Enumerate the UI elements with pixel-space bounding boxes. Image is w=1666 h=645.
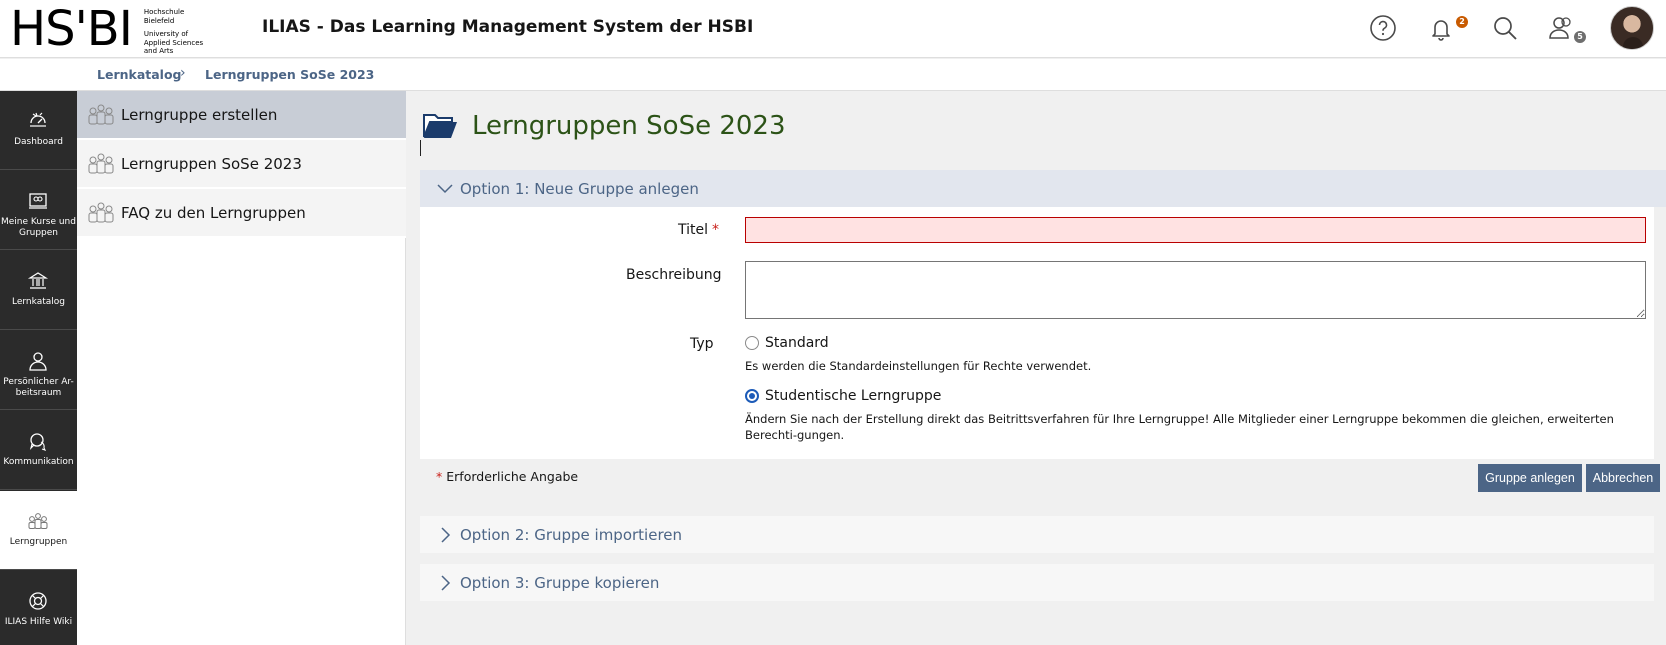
groups-icon (86, 202, 116, 224)
option1-header[interactable]: Option 1: Neue Gruppe anlegen (420, 170, 1666, 207)
mainbar-label: Persönlicher Ar-beitsraum (3, 377, 74, 398)
communication-icon (26, 429, 50, 453)
text-cursor (420, 140, 421, 156)
mainbar-label: ILIAS Hilfe Wiki (4, 617, 73, 627)
logo-subtitle: Hochschule Bielefeld University of Appli… (143, 8, 204, 56)
option2-panel: Option 2: Gruppe importieren (420, 516, 1654, 553)
notification-badge: 2 (1456, 16, 1468, 28)
search-icon[interactable] (1490, 13, 1520, 43)
mainbar-label: Lernkatalog (12, 297, 65, 307)
description-textarea[interactable] (745, 261, 1646, 319)
type-option-standard[interactable]: Standard (745, 335, 829, 351)
form-footer: * Erforderliche Angabe Gruppe anlegen Abb… (420, 459, 1660, 499)
bell-icon[interactable] (1426, 13, 1456, 43)
slate-item-faq[interactable]: FAQ zu den Lerngruppen (77, 189, 406, 238)
courses-icon (26, 189, 50, 213)
groups-icon (86, 153, 116, 175)
breadcrumb: Lernkatalog › Lerngruppen SoSe 2023 (0, 59, 1666, 91)
option3-title: Option 3: Gruppe kopieren (460, 573, 660, 592)
help-icon[interactable] (1368, 13, 1398, 43)
slate-item-label: Lerngruppe erstellen (121, 105, 278, 124)
breadcrumb-item-lernkatalog[interactable]: Lernkatalog (97, 67, 182, 82)
mainbar-label: Lerngruppen (9, 537, 68, 547)
mainbar-item-communication[interactable]: Kommunikation (0, 411, 77, 490)
title-input[interactable] (745, 217, 1646, 243)
mainbar-item-courses[interactable]: Meine Kurse und Gruppen (0, 171, 77, 250)
help-wiki-icon (26, 589, 50, 613)
option3-panel: Option 3: Gruppe kopieren (420, 564, 1654, 601)
mainbar-item-groups[interactable]: Lerngruppen (0, 491, 77, 570)
slate-item-groups-sose-2023[interactable]: Lerngruppen SoSe 2023 (77, 140, 406, 189)
type-option-student-group[interactable]: Studentische Lerngruppe (745, 388, 941, 404)
title-label: Titel * (678, 222, 720, 238)
slate-item-create-group[interactable]: Lerngruppe erstellen (77, 91, 406, 140)
groups-icon (26, 509, 50, 533)
hsbi-logo[interactable]: HS'BI Hochschule Bielefeld University of… (10, 1, 214, 57)
mainbar: Dashboard Meine Kurse und Gruppen Lernka… (0, 91, 77, 645)
breadcrumb-item-current[interactable]: Lerngruppen SoSe 2023 (205, 67, 374, 82)
mainbar-item-help-wiki[interactable]: ILIAS Hilfe Wiki (0, 571, 77, 645)
contacts-badge: 5 (1574, 31, 1586, 43)
slate-item-label: FAQ zu den Lerngruppen (121, 203, 306, 222)
slate-groups: Lerngruppe erstellen Lerngruppen SoSe 20… (77, 91, 406, 645)
logo-mark: HS'BI (10, 1, 133, 57)
mainbar-label: Meine Kurse und Gruppen (1, 217, 76, 238)
create-group-form: Titel * Beschreibung Typ Standard Es werd… (420, 207, 1654, 459)
option1-title: Option 1: Neue Gruppe anlegen (460, 179, 699, 198)
header: HS'BI Hochschule Bielefeld University of… (0, 0, 1666, 58)
mainbar-item-personal-workspace[interactable]: Persönlicher Ar-beitsraum (0, 331, 77, 410)
folder-icon (422, 111, 458, 141)
option2-title: Option 2: Gruppe importieren (460, 525, 683, 544)
chevron-down-icon (434, 178, 456, 200)
chevron-right-icon (434, 572, 456, 594)
description-label: Beschreibung (626, 267, 722, 283)
breadcrumb-separator-icon: › (180, 65, 186, 81)
chevron-right-icon (434, 524, 456, 546)
cancel-button[interactable]: Abbrechen (1586, 464, 1660, 492)
page-title: Lerngruppen SoSe 2023 (472, 111, 786, 141)
app-title: ILIAS - Das Learning Management System d… (262, 17, 754, 37)
option3-header[interactable]: Option 3: Gruppe kopieren (420, 564, 1654, 601)
groups-icon (86, 104, 116, 126)
radio-student-group[interactable] (745, 389, 759, 403)
catalog-icon (26, 269, 50, 293)
type-student-group-help: Ändern Sie nach der Erstellung direkt da… (745, 412, 1614, 442)
dashboard-icon (26, 109, 50, 133)
radio-student-group-label: Studentische Lerngruppe (765, 388, 942, 404)
personal-workspace-icon (26, 349, 50, 373)
avatar[interactable] (1610, 6, 1654, 50)
page-header: Lerngruppen SoSe 2023 (422, 111, 786, 141)
mainbar-item-dashboard[interactable]: Dashboard (0, 91, 77, 170)
create-group-button[interactable]: Gruppe anlegen (1478, 464, 1582, 492)
mainbar-label: Dashboard (14, 137, 63, 147)
radio-standard-label: Standard (765, 335, 829, 351)
option2-header[interactable]: Option 2: Gruppe importieren (420, 516, 1654, 553)
type-label: Typ (690, 336, 714, 352)
contacts-icon[interactable] (1546, 13, 1576, 43)
mainbar-item-catalog[interactable]: Lernkatalog (0, 251, 77, 330)
slate-item-label: Lerngruppen SoSe 2023 (121, 154, 302, 173)
radio-standard[interactable] (745, 336, 759, 350)
type-standard-help: Es werden die Standardeinstellungen für … (745, 359, 1092, 373)
mainbar-label: Kommunikation (3, 457, 74, 467)
option1-panel: Option 1: Neue Gruppe anlegen (420, 170, 1666, 207)
required-note: * Erforderliche Angabe (436, 469, 579, 484)
